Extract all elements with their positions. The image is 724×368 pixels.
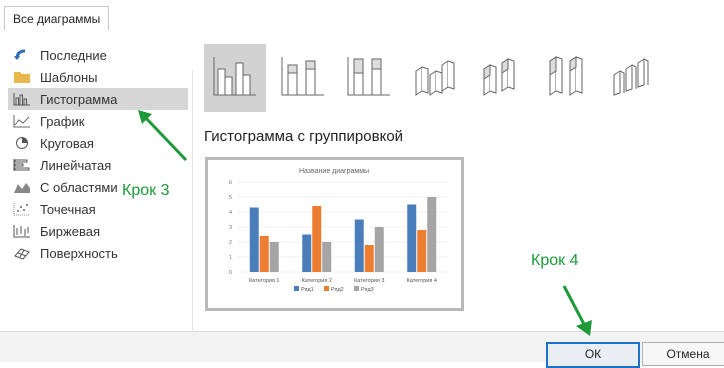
sidebar-item-label: Круговая xyxy=(40,135,94,151)
legend-swatch xyxy=(294,286,299,291)
cancel-button[interactable]: Отмена xyxy=(642,342,724,366)
y-tick-label: 5 xyxy=(229,195,232,201)
y-tick-label: 2 xyxy=(229,240,232,246)
sidebar-item-label: Линейчатая xyxy=(40,157,112,173)
ok-button[interactable]: ОК xyxy=(546,342,640,368)
subtype-clustered-column[interactable] xyxy=(204,44,266,112)
step-4-arrow xyxy=(562,285,592,336)
sidebar-item-label: Шаблоны xyxy=(40,69,98,85)
sidebar-item-label: Поверхность xyxy=(40,245,118,261)
sidebar-item-scatter[interactable]: Точечная xyxy=(8,198,188,220)
bar xyxy=(312,206,322,272)
bar-chart-icon xyxy=(8,158,36,172)
sidebar-item-label: График xyxy=(40,113,85,129)
bar xyxy=(417,230,427,272)
bar xyxy=(249,207,259,272)
y-tick-label: 1 xyxy=(229,255,232,261)
pie-chart-icon xyxy=(8,136,36,150)
clustered-column-icon xyxy=(212,55,258,102)
dialog-footer: ОК Отмена xyxy=(0,331,724,368)
bar xyxy=(407,204,417,272)
x-tick-label: Категория 1 xyxy=(249,278,279,284)
column-chart-icon xyxy=(8,92,36,106)
stock-chart-icon xyxy=(8,224,36,238)
step-3-arrow xyxy=(138,110,188,162)
y-tick-label: 6 xyxy=(229,180,232,186)
step-4-annotation: Крок 4 xyxy=(531,252,579,269)
preview-chart: Название диаграммы 0 1 2 3 4 5 6 Категория 1 Ка… xyxy=(229,168,448,293)
tab-all-charts[interactable]: Все диаграммы xyxy=(4,6,110,32)
sidebar-item-label: Биржевая xyxy=(40,223,100,239)
x-tick-label: Категория 3 xyxy=(354,278,384,284)
templates-folder-icon xyxy=(8,70,36,84)
sidebar-item-label: Точечная xyxy=(40,201,96,217)
bar xyxy=(322,242,332,272)
sidebar-item-surface[interactable]: Поверхность xyxy=(8,242,188,264)
bar xyxy=(269,242,279,272)
legend-label: Ряд3 xyxy=(361,287,374,293)
3d-column-icon xyxy=(610,55,656,102)
subtype-3d-clustered-column[interactable] xyxy=(404,44,466,112)
sidebar-item-label: С областями xyxy=(40,179,118,195)
stacked-100-column-icon xyxy=(346,55,392,102)
chart-subtype-strip xyxy=(204,44,714,114)
sidebar-item-recent[interactable]: Последние xyxy=(8,44,188,66)
x-tick-label: Категория 4 xyxy=(407,278,437,284)
3d-clustered-column-icon xyxy=(412,55,458,102)
sidebar-item-label: Гистограмма xyxy=(40,91,118,107)
sidebar-item-stock[interactable]: Биржевая xyxy=(8,220,188,242)
legend-swatch xyxy=(324,286,329,291)
legend-swatch xyxy=(354,286,359,291)
legend-label: Ряд2 xyxy=(331,287,344,293)
y-tick-label: 3 xyxy=(229,225,232,231)
3d-stacked-100-column-icon xyxy=(544,55,590,102)
subtype-3d-stacked-column[interactable] xyxy=(470,44,532,112)
bar xyxy=(354,219,364,272)
subtype-3d-stacked-100-column[interactable] xyxy=(536,44,598,112)
chart-title: Название диаграммы xyxy=(299,168,369,175)
chart-preview[interactable]: Название диаграммы 0 1 2 3 4 5 6 Категория 1 Ка… xyxy=(205,157,464,311)
3d-stacked-column-icon xyxy=(478,55,524,102)
legend-label: Ряд1 xyxy=(301,287,314,293)
subtype-3d-column[interactable] xyxy=(602,44,664,112)
recent-icon xyxy=(8,48,36,62)
sidebar-item-label: Последние xyxy=(40,47,107,63)
subtype-stacked-100-column[interactable] xyxy=(338,44,400,112)
subtype-stacked-column[interactable] xyxy=(272,44,334,112)
x-tick-label: Категория 2 xyxy=(302,278,332,284)
tab-bar: Все диаграммы xyxy=(0,0,724,32)
stacked-column-icon xyxy=(280,55,326,102)
surface-chart-icon xyxy=(8,246,36,260)
scatter-chart-icon xyxy=(8,202,36,216)
step-3-annotation: Крок 3 xyxy=(122,182,170,199)
y-tick-label: 0 xyxy=(229,270,232,276)
y-tick-label: 4 xyxy=(229,210,232,216)
bar xyxy=(364,245,374,272)
area-chart-icon xyxy=(8,180,36,194)
line-chart-icon xyxy=(8,114,36,128)
bar xyxy=(374,227,384,272)
sidebar-item-templates[interactable]: Шаблоны xyxy=(8,66,188,88)
bar xyxy=(302,234,312,272)
bar xyxy=(259,236,269,272)
bar xyxy=(427,197,437,272)
preview-heading: Гистограмма с группировкой xyxy=(204,128,404,145)
